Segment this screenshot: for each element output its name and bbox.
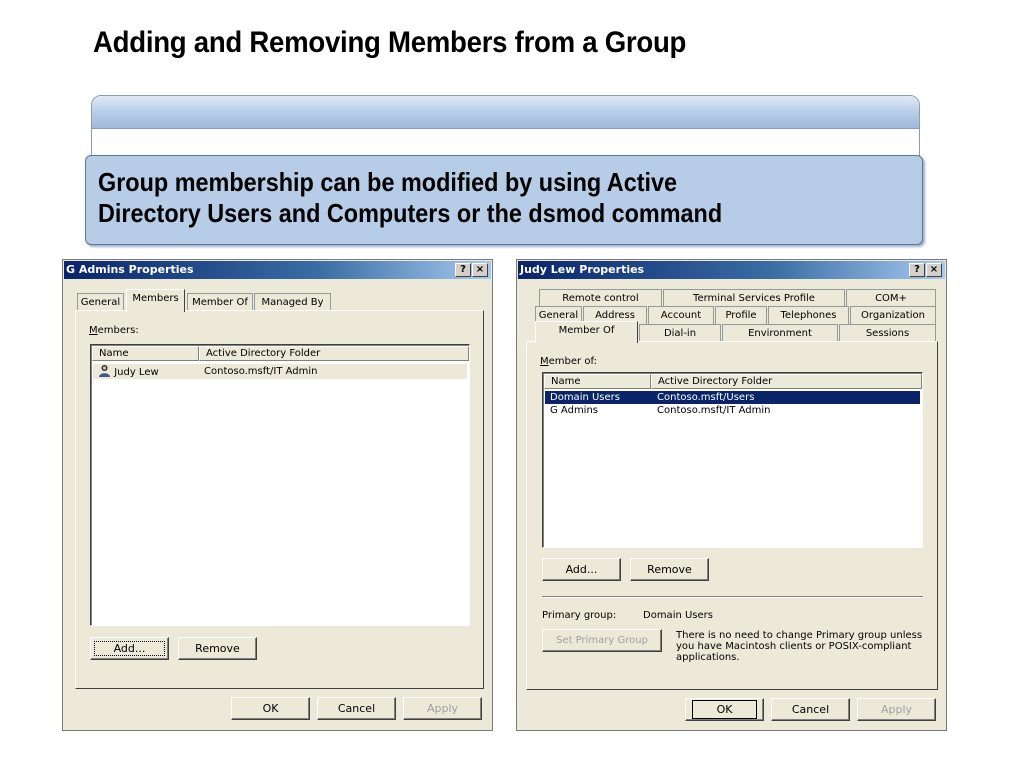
slide-title: Adding and Removing Members from a Group <box>93 26 687 59</box>
tab-panel: Members: Name Active Directory Folder Ju… <box>75 310 484 689</box>
tab-panel: Member of: Name Active Directory Folder … <box>526 341 938 690</box>
add-button[interactable]: Add... <box>542 558 621 581</box>
tab-telephones[interactable]: Telephones <box>768 306 849 324</box>
callout-line-2: Directory Users and Computers or the dsm… <box>98 198 723 228</box>
list-item[interactable]: Judy Lew Contoso.msft/IT Admin <box>93 364 467 379</box>
ok-button[interactable]: OK <box>685 698 764 721</box>
band-bar <box>92 96 919 129</box>
column-header-folder[interactable]: Active Directory Folder <box>199 346 469 361</box>
tab-remote-control[interactable]: Remote control <box>539 289 662 307</box>
column-header-name[interactable]: Name <box>544 374 651 389</box>
tab-profile[interactable]: Profile <box>715 306 767 324</box>
tab-sessions[interactable]: Sessions <box>839 324 936 342</box>
separator <box>542 596 923 598</box>
tab-members[interactable]: Members <box>126 289 185 312</box>
group-name: G Admins <box>550 405 599 416</box>
primary-group-value: Domain Users <box>643 610 713 621</box>
ok-button[interactable]: OK <box>231 697 310 720</box>
tab-member-of[interactable]: Member Of <box>187 293 253 311</box>
members-label: Members: <box>89 325 139 336</box>
dialog-title: G Admins Properties <box>66 263 194 276</box>
apply-button[interactable]: Apply <box>857 698 936 721</box>
user-icon <box>99 365 110 377</box>
add-button[interactable]: Add... <box>90 637 169 660</box>
tab-account[interactable]: Account <box>648 306 714 324</box>
set-primary-group-button[interactable]: Set Primary Group <box>542 629 662 652</box>
member-of-list[interactable]: Name Active Directory Folder Domain User… <box>542 372 923 548</box>
cancel-button[interactable]: Cancel <box>771 698 850 721</box>
judy-lew-properties-dialog: Judy Lew Properties ? × Remote control T… <box>516 259 947 731</box>
tab-environment[interactable]: Environment <box>722 324 838 342</box>
dialog-titlebar[interactable]: Judy Lew Properties ? × <box>518 261 945 279</box>
list-item-selected[interactable]: Domain Users Contoso.msft/Users <box>545 391 920 404</box>
list-item[interactable]: G Admins Contoso.msft/IT Admin <box>545 404 920 417</box>
callout-box: Group membership can be modified by usin… <box>85 155 923 245</box>
tab-managed-by[interactable]: Managed By <box>254 293 331 311</box>
column-header-folder[interactable]: Active Directory Folder <box>651 374 922 389</box>
primary-group-note: There is no need to change Primary group… <box>676 630 923 663</box>
member-of-label: Member of: <box>540 356 597 367</box>
group-folder: Contoso.msft/Users <box>657 392 755 403</box>
primary-group-label: Primary group: <box>542 610 617 621</box>
group-name: Domain Users <box>550 392 620 403</box>
help-button[interactable]: ? <box>909 263 925 277</box>
dialog-title: Judy Lew Properties <box>520 263 645 276</box>
tab-member-of[interactable]: Member Of <box>535 321 638 343</box>
cancel-button[interactable]: Cancel <box>317 697 396 720</box>
member-folder: Contoso.msft/IT Admin <box>204 366 318 377</box>
callout-line-1: Group membership can be modified by usin… <box>98 167 678 197</box>
tab-general[interactable]: General <box>77 293 124 311</box>
help-button[interactable]: ? <box>455 263 471 277</box>
remove-button[interactable]: Remove <box>630 558 709 581</box>
close-button[interactable]: × <box>926 263 942 277</box>
remove-button[interactable]: Remove <box>178 637 257 660</box>
tab-com-plus[interactable]: COM+ <box>846 289 936 307</box>
dialog-titlebar[interactable]: G Admins Properties ? × <box>64 261 491 279</box>
tab-organization[interactable]: Organization <box>850 306 936 324</box>
member-name: Judy Lew <box>114 367 159 378</box>
tab-terminal-services-profile[interactable]: Terminal Services Profile <box>663 289 845 307</box>
group-folder: Contoso.msft/IT Admin <box>657 405 771 416</box>
g-admins-properties-dialog: G Admins Properties ? × General Members … <box>62 259 493 731</box>
column-header-name[interactable]: Name <box>92 346 199 361</box>
members-list[interactable]: Name Active Directory Folder Judy Lew Co… <box>90 344 470 626</box>
close-button[interactable]: × <box>472 263 488 277</box>
apply-button[interactable]: Apply <box>403 697 482 720</box>
tab-dial-in[interactable]: Dial-in <box>639 324 721 342</box>
